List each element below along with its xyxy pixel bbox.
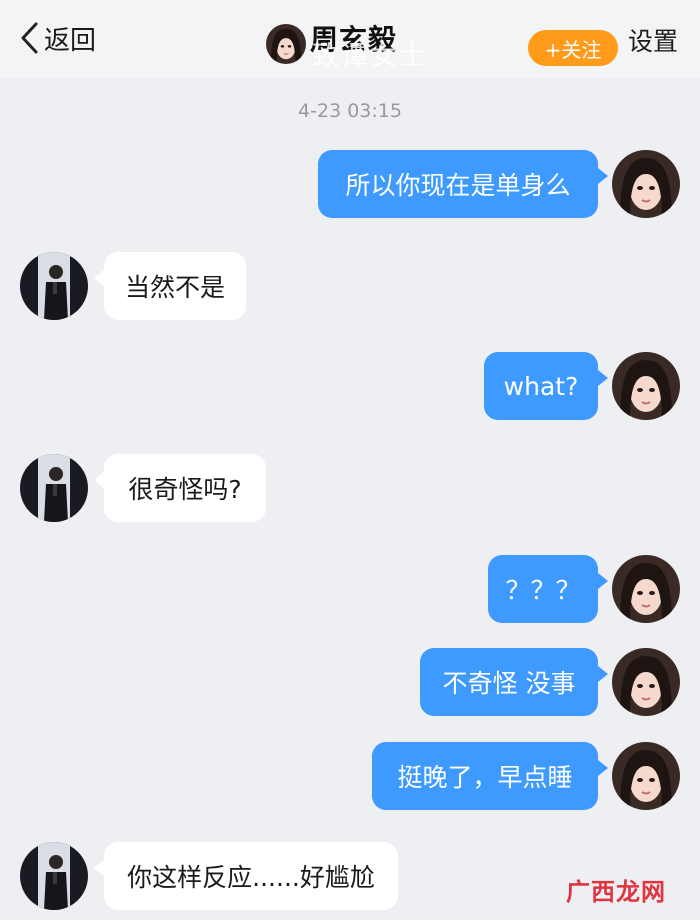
chat-header: 返回 周玄毅 致谭女士 +关注 设置 — [0, 0, 700, 78]
overlay-watermark: 致谭女士 — [312, 41, 428, 72]
sent-message-bubble[interactable]: 挺晚了，早点睡 — [372, 742, 598, 810]
my-avatar[interactable] — [612, 742, 680, 810]
contact-avatar[interactable] — [20, 252, 88, 320]
bubble-tail — [598, 168, 608, 184]
received-message-bubble[interactable]: 你这样反应......好尴尬 — [104, 842, 398, 910]
bubble-tail — [598, 573, 608, 589]
sent-message-bubble[interactable]: 所以你现在是单身么 — [318, 150, 598, 218]
sent-message-bubble[interactable]: what? — [484, 352, 598, 420]
message-timestamp: 4-23 03:15 — [298, 100, 402, 122]
my-avatar[interactable] — [612, 648, 680, 716]
settings-button[interactable]: 设置 — [628, 22, 678, 58]
my-avatar[interactable] — [612, 150, 680, 218]
bubble-tail — [94, 860, 104, 876]
bubble-tail — [94, 472, 104, 488]
contact-avatar[interactable] — [266, 24, 306, 64]
received-message-bubble[interactable]: 很奇怪吗? — [104, 454, 266, 522]
bubble-tail — [94, 270, 104, 286]
sent-message-bubble[interactable]: 不奇怪 没事 — [420, 648, 598, 716]
bubble-tail — [598, 666, 608, 682]
chat-screen: 返回 周玄毅 致谭女士 +关注 设置 4-23 03:15 所以你现在是单身么 … — [0, 0, 700, 920]
contact-avatar[interactable] — [20, 842, 88, 910]
my-avatar[interactable] — [612, 555, 680, 623]
contact-avatar[interactable] — [20, 454, 88, 522]
follow-button[interactable]: +关注 — [528, 30, 618, 66]
my-avatar[interactable] — [612, 352, 680, 420]
chevron-left-icon — [21, 22, 38, 54]
bubble-tail — [598, 370, 608, 386]
received-message-bubble[interactable]: 当然不是 — [104, 252, 246, 320]
bubble-tail — [598, 760, 608, 776]
sent-message-bubble[interactable]: ？？？ — [488, 555, 598, 623]
corner-watermark: 广西龙网 — [566, 878, 666, 906]
back-button[interactable]: 返回 — [18, 20, 96, 56]
back-label: 返回 — [44, 25, 97, 56]
